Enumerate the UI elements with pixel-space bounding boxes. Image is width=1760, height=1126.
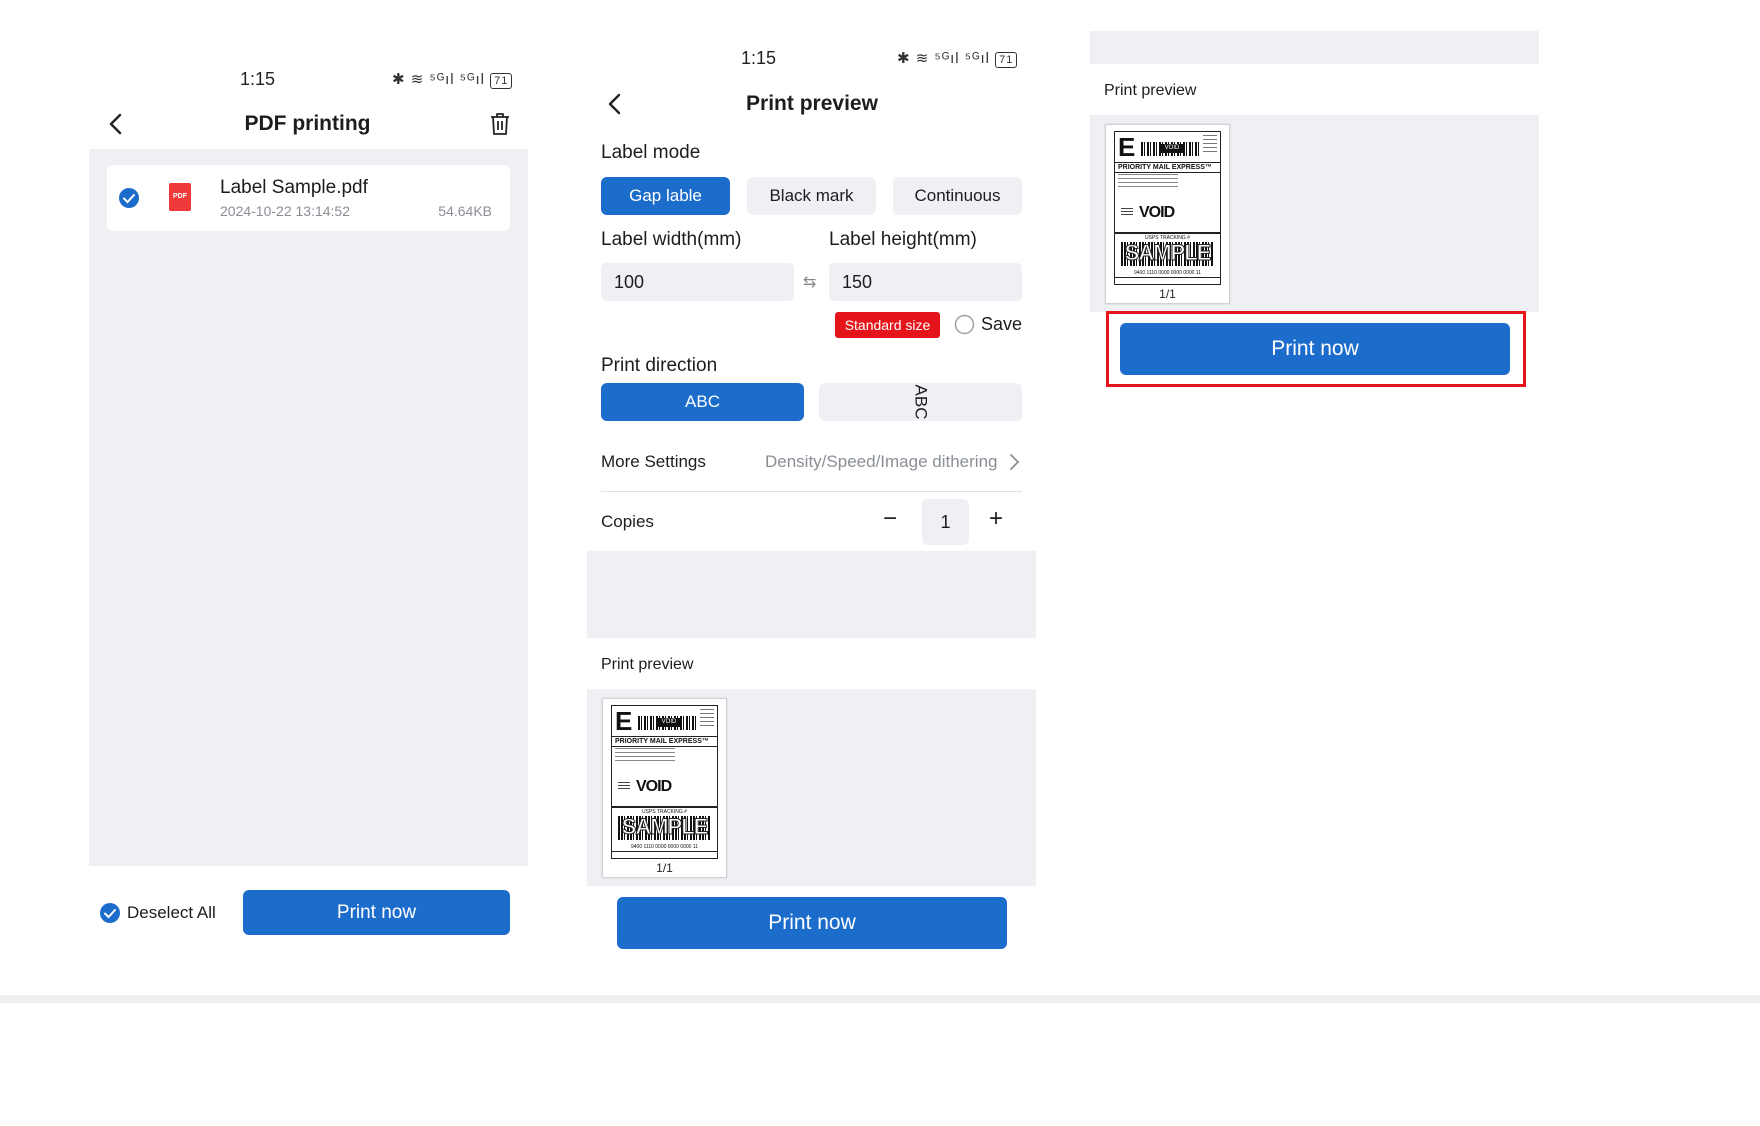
pdf-badge-label: PDF [173,193,187,200]
label-small-lines [1121,208,1133,216]
direction-horizontal-button[interactable]: ABC [601,383,804,421]
label-width-label: Label width(mm) [601,229,742,250]
label-height-label: Label height(mm) [829,229,977,250]
label-void-tag: VOID [1161,144,1183,153]
mode-gap-label-button[interactable]: Gap lable [601,177,730,215]
checkbox-checked-icon[interactable] [118,187,140,209]
file-list-panel [89,149,528,866]
status-time: 1:15 [741,48,777,68]
page-indicator: 1/1 [1159,287,1176,301]
status-signal-icons: ✱ ≋ ⁵ᴳıl ⁵ᴳıl 71 [392,70,513,89]
print-preview-heading: Print preview [1104,82,1197,99]
signal-icon: ✱ ≋ ⁵ᴳıl ⁵ᴳıl [392,71,485,88]
decrement-button[interactable]: − [883,505,897,533]
checkbox-checked-icon [100,903,120,923]
print-now-button[interactable]: Print now [243,890,510,935]
label-void-stamp: VOID [636,778,672,795]
label-priority-text: PRIORITY MAIL EXPRESS™ [612,736,717,747]
standard-size-button[interactable]: Standard size [835,312,940,338]
deselect-all-label: Deselect All [127,903,216,922]
radio-unchecked-icon [954,314,975,335]
direction-vertical-button[interactable]: ABC [819,383,1022,421]
label-tracking-number: 9400 1110 0000 0000 0000 11 [612,843,717,852]
print-now-button[interactable]: Print now [1120,323,1510,375]
label-service-letter: E [1118,132,1136,162]
shipping-label: E VOID PRIORITY MAIL EXPRESS™ VOID USPS … [1114,131,1221,285]
signal-icon: ✱ ≋ ⁵ᴳıl ⁵ᴳıl [897,50,990,67]
file-list-item[interactable]: PDF Label Sample.pdf 2024-10-22 13:14:52… [107,165,510,231]
back-icon[interactable] [106,112,126,136]
label-address-lines [1118,174,1178,190]
file-date: 2024-10-22 13:14:52 [220,203,350,219]
shipping-label: E VOID PRIORITY MAIL EXPRESS™ VOID USPS … [611,705,718,859]
back-icon[interactable] [605,92,625,116]
label-sample-watermark: SAMPLE [1124,240,1212,266]
label-tracking-number: 9400 1110 0000 0000 0000 11 [1115,269,1220,278]
status-signal-icons: ✱ ≋ ⁵ᴳıl ⁵ᴳıl 71 [897,49,1018,68]
mode-black-mark-button[interactable]: Black mark [747,177,876,215]
save-radio[interactable]: Save [954,314,1022,335]
label-mode-heading: Label mode [601,142,701,163]
spacer-panel [587,551,1036,638]
divider [601,491,1022,492]
chevron-right-icon[interactable] [1008,453,1020,471]
label-indicia [700,709,714,729]
file-name: Label Sample.pdf [220,177,368,198]
label-void-tag: VOID [658,718,680,727]
label-height-input[interactable]: 150 [829,263,1022,301]
more-settings-value[interactable]: Density/Speed/Image dithering [765,452,997,472]
label-preview-thumbnail[interactable]: E VOID PRIORITY MAIL EXPRESS™ VOID USPS … [602,698,727,878]
save-label: Save [981,314,1023,334]
status-time: 1:15 [240,69,276,89]
label-service-letter: E [615,706,633,736]
label-address-lines [615,748,675,764]
battery-icon: 71 [995,52,1018,68]
file-size: 54.64KB [438,203,492,219]
more-settings-label: More Settings [601,452,706,471]
copies-input[interactable]: 1 [922,499,969,545]
deselect-all-toggle[interactable]: Deselect All [99,902,216,924]
label-indicia [1203,135,1217,155]
mode-continuous-button[interactable]: Continuous [893,177,1022,215]
page-indicator: 1/1 [656,861,673,875]
increment-button[interactable]: + [989,505,1003,533]
label-small-lines [618,782,630,790]
label-priority-text: PRIORITY MAIL EXPRESS™ [1115,162,1220,173]
direction-vertical-label: ABC [911,384,931,420]
print-now-button[interactable]: Print now [617,897,1007,949]
label-sample-watermark: SAMPLE [621,814,709,840]
bottom-divider [0,995,1760,1003]
label-width-input[interactable]: 100 [601,263,794,301]
print-preview-heading: Print preview [601,656,694,673]
label-preview-thumbnail[interactable]: E VOID PRIORITY MAIL EXPRESS™ VOID USPS … [1105,124,1230,304]
copies-label: Copies [601,512,654,531]
swap-icon[interactable]: ⇆ [803,272,816,292]
label-void-stamp: VOID [1139,204,1175,221]
pdf-file-icon: PDF [169,183,191,211]
top-panel [1090,31,1539,64]
trash-icon[interactable] [488,111,512,137]
page-title: Print preview [746,92,878,115]
print-direction-heading: Print direction [601,355,718,376]
battery-icon: 71 [490,73,513,89]
page-title: PDF printing [244,112,371,135]
